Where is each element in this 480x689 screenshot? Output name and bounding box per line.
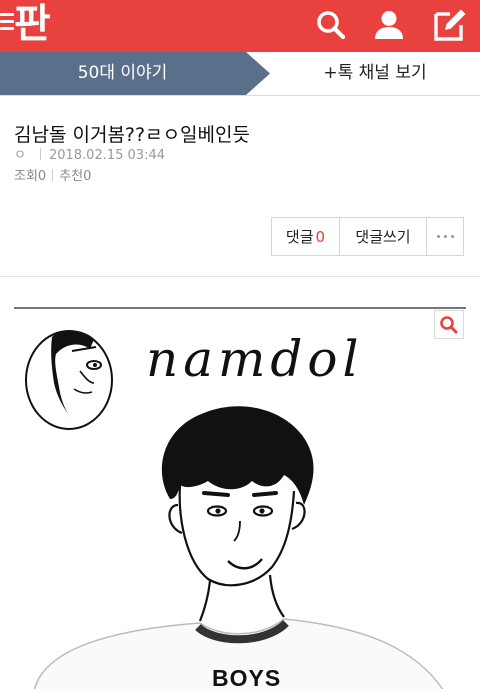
shirt-text: BOYS: [212, 665, 282, 689]
post-title: 김남돌 이거봄??ㄹㅇ일베인듯: [14, 124, 250, 146]
search-icon[interactable]: [313, 7, 349, 43]
recommend-count: 0: [83, 169, 92, 184]
channel-bar: 50대 이야기 +톡 채널 보기: [0, 52, 480, 96]
more-dots-icon: [436, 235, 454, 238]
recommend-label: 추천: [59, 169, 84, 184]
user-icon[interactable]: [371, 7, 407, 43]
zoom-icon: [440, 316, 458, 334]
post-image[interactable]: namdol BOYS: [14, 307, 466, 689]
meta-divider: [39, 148, 41, 160]
section-divider: [0, 276, 480, 277]
comments-label: 댓글: [285, 228, 314, 246]
write-comment-button[interactable]: 댓글쓰기: [339, 217, 427, 256]
post-actions: 댓글 0 댓글쓰기: [271, 217, 464, 256]
post-date: 2018.02.15 03:44: [48, 148, 165, 163]
write-icon[interactable]: [432, 7, 468, 43]
views-label: 조회: [14, 169, 38, 184]
channel-name: 50대 이야기: [77, 63, 168, 83]
drawing-caption: namdol: [146, 330, 364, 388]
stats-divider: [52, 169, 54, 181]
comments-count: 0: [315, 227, 326, 246]
post-author[interactable]: ㅇ: [14, 148, 26, 163]
site-logo[interactable]: 판: [14, 1, 51, 47]
channel-tab[interactable]: 50대 이야기: [0, 52, 270, 95]
zoom-button[interactable]: [434, 310, 464, 339]
post-stats: 조회0 추천0: [14, 168, 91, 186]
view-talk-channels-link[interactable]: +톡 채널 보기: [270, 52, 480, 95]
views-count: 0: [37, 169, 47, 184]
comments-button[interactable]: 댓글 0: [271, 217, 340, 256]
top-navigation-bar: 판: [0, 0, 480, 52]
post-meta: ㅇ 2018.02.15 03:44: [14, 147, 165, 165]
more-button[interactable]: [426, 217, 464, 256]
